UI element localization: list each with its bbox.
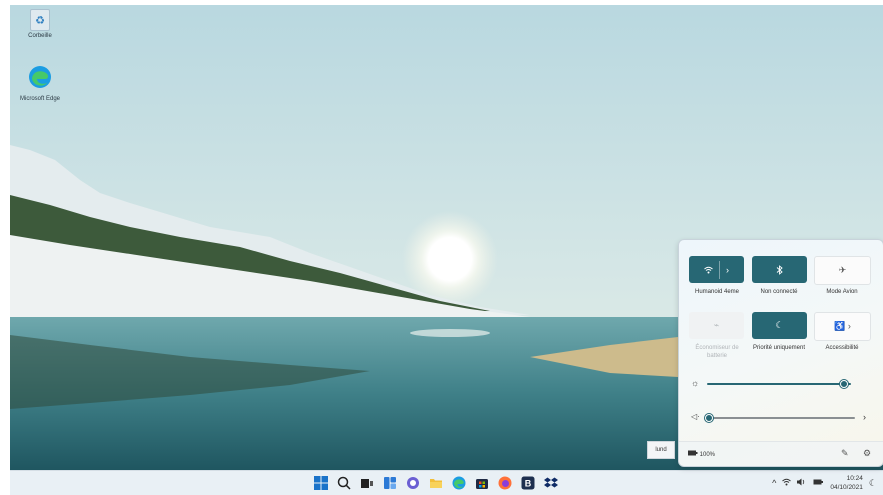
- taskbar: B ^ 10:24 04/10/2021 ☾: [10, 470, 883, 495]
- battery-status[interactable]: 100%: [688, 450, 715, 458]
- battery-icon: [688, 450, 698, 456]
- chat-icon[interactable]: [405, 475, 421, 491]
- widgets-icon[interactable]: [382, 475, 398, 491]
- notification-moon-icon[interactable]: ☾: [869, 478, 877, 489]
- bluetooth-tile[interactable]: [752, 256, 807, 283]
- airplane-icon: ✈: [838, 265, 847, 275]
- clock-time: 10:24: [846, 475, 863, 482]
- wifi-tray-icon[interactable]: [782, 478, 792, 488]
- tile-label-bluetooth: Non connecté: [760, 289, 798, 295]
- volume-thumb[interactable]: [705, 414, 713, 422]
- brightness-thumb[interactable]: [839, 380, 848, 388]
- firefox-icon[interactable]: [497, 475, 513, 491]
- edge-taskbar-icon[interactable]: [451, 475, 467, 491]
- app-b-icon[interactable]: B: [520, 475, 536, 491]
- system-tray: ^ 10:24 04/10/2021 ☾: [772, 474, 877, 492]
- airplane-tile[interactable]: ✈: [814, 256, 871, 285]
- clock-date: 04/10/2021: [830, 484, 863, 491]
- task-view-icon[interactable]: [359, 475, 375, 491]
- accessibility-tile[interactable]: ♿ ›: [814, 312, 871, 341]
- volume-chevron-icon[interactable]: ›: [863, 412, 866, 422]
- recycle-bin-icon: ♻: [30, 9, 50, 31]
- tile-label-airplane: Mode Avion: [826, 289, 858, 295]
- chevron-right-icon[interactable]: ›: [726, 265, 729, 275]
- language-button[interactable]: lund: [647, 441, 675, 459]
- dropbox-icon[interactable]: [543, 475, 559, 491]
- edge-shortcut[interactable]: Microsoft Edge: [10, 65, 70, 102]
- desktop: ♻ Corbeille Microsoft Edge B ^ 10:24 04/…: [10, 5, 883, 495]
- wifi-tile[interactable]: ›: [689, 256, 744, 283]
- brightness-track[interactable]: [707, 383, 851, 385]
- store-icon[interactable]: [474, 475, 490, 491]
- battery-saver-icon: ⌁: [713, 320, 720, 330]
- search-icon[interactable]: [336, 475, 352, 491]
- settings-gear-icon[interactable]: ⚙: [863, 448, 871, 459]
- accessibility-icon: ♿ ›: [834, 321, 851, 331]
- tile-label-focus: Priorité uniquement: [752, 345, 806, 351]
- clock[interactable]: 10:24 04/10/2021: [830, 474, 863, 492]
- volume-track[interactable]: [709, 417, 855, 419]
- recycle-bin-label: Corbeille: [28, 33, 52, 39]
- tile-label-accessibility: Accessibilité: [825, 345, 859, 351]
- tile-label-battery-saver: Économiseur de batterie: [695, 345, 739, 359]
- edit-pencil-icon[interactable]: ✎: [841, 448, 849, 459]
- quick-settings-footer: 100% ✎ ⚙: [679, 441, 883, 466]
- edge-icon: [29, 66, 51, 88]
- speaker-icon: ◁·: [691, 412, 700, 421]
- battery-percent: 100%: [699, 452, 716, 458]
- brightness-icon: ☼: [691, 378, 700, 388]
- edge-label: Microsoft Edge: [19, 96, 61, 102]
- bluetooth-icon: [776, 264, 783, 275]
- recycle-bin-shortcut[interactable]: ♻ Corbeille: [10, 9, 70, 39]
- battery-tray-icon[interactable]: [813, 478, 824, 488]
- start-icon[interactable]: [313, 475, 329, 491]
- moon-icon: ☾: [775, 320, 784, 330]
- file-explorer-icon[interactable]: [428, 475, 444, 491]
- taskbar-apps: B: [313, 475, 559, 491]
- tile-label-wifi: Humanoid 4eme: [694, 289, 740, 295]
- wifi-icon: [704, 266, 713, 273]
- quick-settings-panel: › ✈ Humanoid 4eme Non connecté Mode Avio…: [678, 239, 883, 467]
- focus-assist-tile[interactable]: ☾: [752, 312, 807, 339]
- chevron-up-icon[interactable]: ^: [772, 478, 776, 488]
- battery-saver-tile[interactable]: ⌁: [689, 312, 744, 339]
- volume-tray-icon[interactable]: [797, 478, 807, 488]
- svg-text:B: B: [525, 479, 532, 489]
